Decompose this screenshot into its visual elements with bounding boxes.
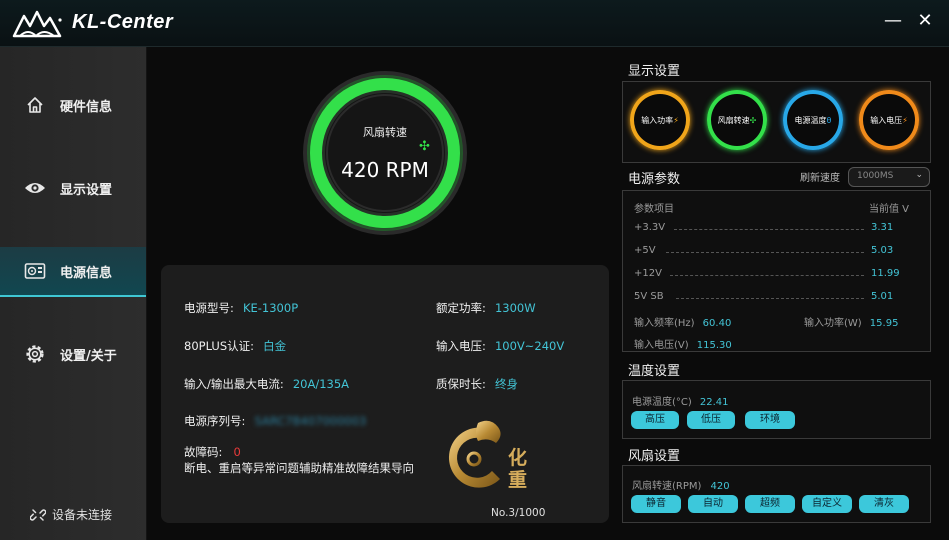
chevron-down-icon: ⌄ (915, 170, 923, 180)
ring-input-voltage[interactable]: 输入电压 ⚡ (859, 90, 919, 150)
sidebar-item-label: 硬件信息 (60, 99, 113, 115)
divider (674, 229, 864, 230)
gear-icon (24, 343, 46, 365)
eye-icon (24, 177, 46, 199)
param-value: 3.31 (871, 222, 894, 233)
input-power: 输入功率(W) 15.95 (804, 318, 899, 329)
badge-number: No.3/1000 (491, 507, 546, 519)
overclock-mode-button[interactable]: 超频 (745, 495, 795, 513)
gauge-value: 420 RPM (341, 158, 429, 182)
fan-icon: ✣ (749, 115, 757, 125)
psu-icon (24, 260, 46, 282)
connection-status[interactable]: 设备未连接 (30, 506, 112, 523)
psu-warranty: 质保时长: 终身 (436, 377, 518, 391)
divider (670, 275, 864, 276)
high-voltage-button[interactable]: 高压 (631, 411, 679, 429)
bolt-icon: ⚡ (902, 115, 908, 125)
param-label: +3.3V (634, 222, 666, 233)
ring-input-power[interactable]: 输入功率 ⚡ (630, 90, 690, 150)
input-voltage-reading: 输入电压(V) 115.30 (634, 340, 732, 351)
sidebar-item-display[interactable]: 显示设置 (0, 164, 146, 212)
fan-speed-gauge (302, 70, 468, 236)
psu-input-voltage: 输入电压: 100V~240V (436, 339, 565, 353)
psu-rated-power: 额定功率: 1300W (436, 301, 536, 315)
bolt-icon: ⚡ (673, 115, 679, 125)
sidebar-item-hardware[interactable]: 硬件信息 (0, 81, 146, 129)
sidebar-item-settings[interactable]: 设置/关于 (0, 330, 146, 378)
home-icon (24, 94, 46, 116)
divider (666, 252, 864, 253)
fan-settings-title: 风扇设置 (628, 449, 681, 464)
refresh-label: 刷新速度 (800, 173, 840, 184)
sidebar-item-label: 显示设置 (60, 182, 113, 198)
refresh-rate-select[interactable]: 1000MS ⌄ (848, 167, 930, 187)
ambient-button[interactable]: 环境 (745, 411, 795, 429)
fan-icon: ✣ (419, 139, 430, 154)
col-item-header: 参数项目 (634, 204, 674, 215)
divider (676, 298, 864, 299)
psu-certification: 80PLUS认证: 白金 (184, 339, 287, 353)
param-value: 5.03 (871, 245, 894, 256)
badge-chars: 化重 (508, 447, 528, 491)
close-button[interactable]: ✕ (912, 8, 938, 34)
param-label: +5V (634, 245, 656, 256)
param-value: 5.01 (871, 291, 894, 302)
psu-model: 电源型号: KE-1300P (184, 301, 299, 315)
thermometer-icon: θ (826, 115, 832, 125)
input-frequency: 输入频率(Hz) 60.40 (634, 318, 732, 329)
param-label: +12V (634, 268, 662, 279)
app-logo-icon (12, 10, 62, 38)
minimize-button[interactable]: — (880, 8, 906, 34)
param-value: 11.99 (871, 268, 900, 279)
connection-status-text: 设备未连接 (52, 508, 113, 522)
fault-note: 断电、重启等异常问题辅助精准故障结果导向 (184, 461, 414, 475)
gauge-label: 风扇转速 (363, 126, 407, 139)
dust-clean-button[interactable]: 清灰 (859, 495, 909, 513)
psu-max-current: 输入/输出最大电流: 20A/135A (184, 377, 350, 391)
psu-temperature: 电源温度(°C) 22.41 (632, 397, 729, 408)
ring-fan-speed[interactable]: 风扇转速 ✣ (707, 90, 767, 150)
col-value-header: 当前值 V (869, 204, 910, 215)
auto-mode-button[interactable]: 自动 (688, 495, 738, 513)
ring-psu-temp[interactable]: 电源温度 θ (783, 90, 843, 150)
sidebar-item-power[interactable]: 电源信息 (0, 247, 146, 297)
display-settings-title: 显示设置 (628, 64, 681, 79)
sidebar-item-label: 设置/关于 (60, 348, 117, 364)
custom-mode-button[interactable]: 自定义 (802, 495, 852, 513)
param-label: 5V SB (634, 291, 664, 302)
temp-settings-title: 温度设置 (628, 364, 681, 379)
app-title: KL-Center (72, 11, 174, 33)
power-params-title: 电源参数 (628, 172, 681, 187)
psu-serial: 电源序列号: SARC7B407000003 (184, 414, 367, 428)
low-voltage-button[interactable]: 低压 (687, 411, 735, 429)
unlink-icon (30, 508, 46, 521)
fan-speed-reading: 风扇转速(RPM) 420 (632, 481, 730, 492)
temp-settings-box (622, 380, 931, 439)
sidebar-item-label: 电源信息 (60, 265, 113, 281)
psu-fault-code: 故障码: 0 (184, 445, 241, 459)
silent-mode-button[interactable]: 静音 (631, 495, 681, 513)
